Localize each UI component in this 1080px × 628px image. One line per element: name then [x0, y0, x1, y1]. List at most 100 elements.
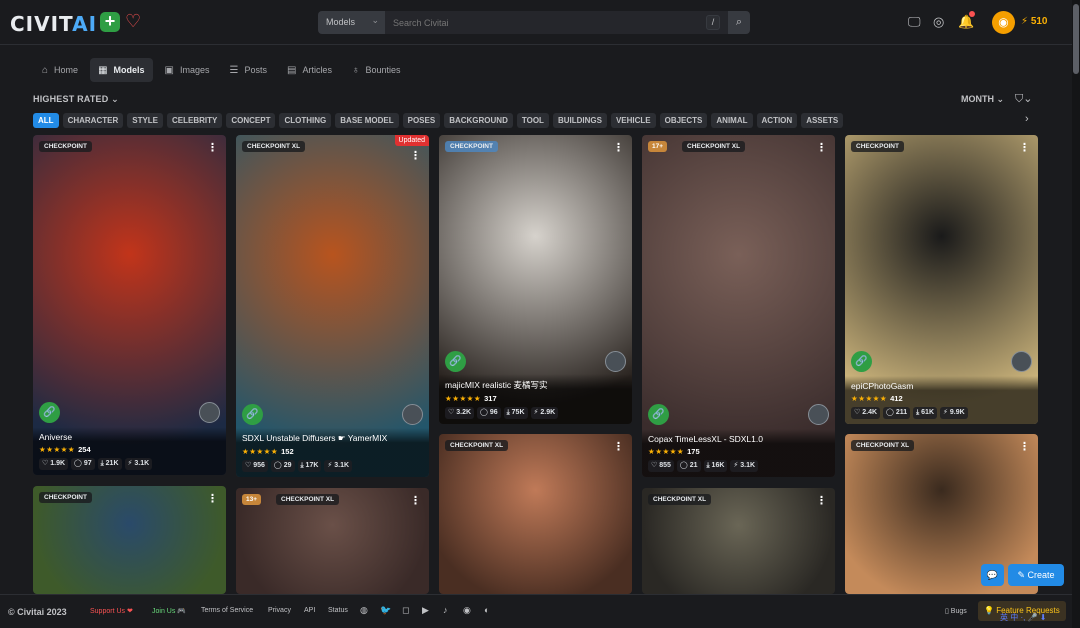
- nav-bounties[interactable]: ♁ Bounties: [344, 58, 409, 82]
- search-type-select[interactable]: Models ⌄: [318, 11, 385, 34]
- more-options-icon[interactable]: ⋮: [410, 149, 421, 162]
- model-card[interactable]: CHECKPOINT ⋮ 🔗 epiCPhotoGasm ★★★★★ 412 ♡ 2.4K ◯…: [845, 135, 1038, 424]
- link-icon[interactable]: 🔗: [39, 402, 60, 423]
- tag-vehicle[interactable]: VEHICLE: [610, 113, 656, 128]
- scrollbar-track[interactable]: [1072, 0, 1080, 628]
- tag-clothing[interactable]: CLOTHING: [279, 113, 332, 128]
- tag-concept[interactable]: CONCEPT: [226, 113, 276, 128]
- model-card[interactable]: CHECKPOINT XL Updated ⋮ 🔗 SDXL Unstable Diff…: [236, 135, 429, 477]
- tag-style[interactable]: STYLE: [127, 113, 164, 128]
- tag-animal[interactable]: ANIMAL: [711, 113, 753, 128]
- chat-button[interactable]: 💬: [981, 564, 1004, 586]
- chevron-right-icon[interactable]: ›: [1025, 113, 1029, 125]
- model-title[interactable]: epiCPhotoGasm: [851, 381, 1032, 391]
- nav-home[interactable]: ⌂ Home: [34, 58, 86, 82]
- instagram-icon[interactable]: ◻: [402, 605, 409, 616]
- model-type-badge: CHECKPOINT XL: [851, 440, 915, 451]
- model-card[interactable]: CHECKPOINT ⋮ 🔗 majicMIX realistic 麦橘写实 ★★★★★…: [439, 135, 632, 424]
- more-options-icon[interactable]: ⋮: [207, 141, 218, 154]
- youtube-icon[interactable]: ▶: [422, 605, 429, 616]
- api-link[interactable]: API: [304, 607, 315, 614]
- model-preview-image[interactable]: [236, 135, 429, 477]
- reddit-icon[interactable]: ◉: [463, 605, 471, 616]
- model-card[interactable]: CHECKPOINT XL ⋮: [642, 488, 835, 594]
- tag-buildings[interactable]: BUILDINGS: [552, 113, 607, 128]
- model-card[interactable]: CHECKPOINT ⋮: [33, 486, 226, 594]
- model-card[interactable]: 13+ CHECKPOINT XL ⋮: [236, 488, 429, 594]
- rating-count: 152: [281, 447, 294, 456]
- monitor-icon[interactable]: 🖵: [908, 14, 921, 30]
- support-us-link[interactable]: Support Us ❤: [90, 607, 133, 615]
- tag-base-model[interactable]: BASE MODEL: [335, 113, 399, 128]
- model-title[interactable]: Aniverse: [39, 432, 220, 442]
- more-options-icon[interactable]: ⋮: [1019, 141, 1030, 154]
- github-icon[interactable]: ◐: [484, 605, 489, 615]
- link-icon[interactable]: 🔗: [445, 351, 466, 372]
- create-button[interactable]: ✎ Create: [1008, 564, 1064, 586]
- sort-dropdown[interactable]: HIGHEST RATED ⌄: [33, 94, 119, 105]
- tag-background[interactable]: BACKGROUND: [444, 113, 513, 128]
- nav-models[interactable]: ▦ Models: [90, 58, 153, 82]
- model-preview-image[interactable]: [33, 135, 226, 475]
- creator-avatar[interactable]: [402, 404, 423, 425]
- nav-images[interactable]: ▣ Images: [157, 58, 218, 82]
- tag-assets[interactable]: ASSETS: [801, 113, 844, 128]
- tag-celebrity[interactable]: CELEBRITY: [167, 113, 223, 128]
- creator-avatar[interactable]: [808, 404, 829, 425]
- link-icon[interactable]: 🔗: [242, 404, 263, 425]
- tag-character[interactable]: CHARACTER: [62, 113, 124, 128]
- privacy-link[interactable]: Privacy: [268, 607, 291, 614]
- terms-link[interactable]: Terms of Service: [201, 607, 253, 614]
- creator-avatar[interactable]: [605, 351, 626, 372]
- scrollbar-thumb[interactable]: [1073, 4, 1079, 74]
- model-preview-image[interactable]: [642, 135, 835, 477]
- more-options-icon[interactable]: ⋮: [410, 494, 421, 507]
- tag-tool[interactable]: TOOL: [516, 113, 549, 128]
- discord-icon[interactable]: ◍: [360, 605, 368, 616]
- more-options-icon[interactable]: ⋮: [613, 440, 624, 453]
- nav-articles[interactable]: ▤ Articles: [279, 58, 340, 82]
- bugs-link[interactable]: ▯ Bugs: [945, 607, 967, 615]
- more-options-icon[interactable]: ⋮: [816, 494, 827, 507]
- creator-avatar[interactable]: [1011, 351, 1032, 372]
- filter-icon[interactable]: ⛉⌄: [1015, 92, 1032, 106]
- link-icon[interactable]: 🔗: [851, 351, 872, 372]
- model-type-badge: CHECKPOINT XL: [276, 494, 340, 505]
- model-card[interactable]: CHECKPOINT XL ⋮: [439, 434, 632, 594]
- tag-poses[interactable]: POSES: [402, 113, 441, 128]
- search-input[interactable]: [385, 11, 728, 34]
- join-us-link[interactable]: Join Us 🎮: [152, 607, 186, 615]
- buzz-balance[interactable]: ⚡ 510: [1021, 16, 1048, 27]
- support-heart-icon[interactable]: ♡: [125, 11, 141, 32]
- more-options-icon[interactable]: ⋮: [613, 141, 624, 154]
- model-card[interactable]: CHECKPOINT ⋮ 🔗 Aniverse ★★★★★ 254 ♡ 1.9K ◯ 97 ⤓ …: [33, 135, 226, 475]
- star-rating-icon: ★★★★★: [39, 445, 76, 454]
- nsfw-rating-badge[interactable]: 13+: [242, 494, 262, 505]
- more-options-icon[interactable]: ⋮: [207, 492, 218, 505]
- more-options-icon[interactable]: ⋮: [1019, 440, 1030, 453]
- twitter-icon[interactable]: 🐦: [380, 605, 391, 616]
- tag-objects[interactable]: OBJECTS: [659, 113, 708, 128]
- model-preview-image[interactable]: [439, 434, 632, 594]
- eye-off-icon[interactable]: ◎: [933, 14, 944, 30]
- tiktok-icon[interactable]: ♪: [443, 605, 448, 615]
- model-title[interactable]: Copax TimeLessXL - SDXL1.0: [648, 434, 829, 444]
- search-button[interactable]: ⌕: [728, 11, 750, 34]
- status-link[interactable]: Status: [328, 607, 348, 614]
- tag-all[interactable]: ALL: [33, 113, 59, 128]
- link-icon[interactable]: 🔗: [648, 404, 669, 425]
- model-title[interactable]: SDXL Unstable Diffusers ☛ YamerMIX: [242, 433, 423, 444]
- tag-action[interactable]: ACTION: [756, 113, 798, 128]
- comments-stat: ◯ 29: [270, 460, 295, 472]
- user-avatar[interactable]: ◉: [992, 11, 1015, 34]
- period-dropdown[interactable]: MONTH ⌄: [961, 94, 1004, 105]
- model-card[interactable]: 17+ CHECKPOINT XL ⋮ 🔗 Copax TimeLessXL - SDX…: [642, 135, 835, 477]
- nsfw-rating-badge[interactable]: 17+: [648, 141, 668, 152]
- civitai-logo[interactable]: CIVITAI: [10, 12, 97, 36]
- nav-posts[interactable]: ☰ Posts: [222, 58, 275, 82]
- more-options-icon[interactable]: ⋮: [816, 141, 827, 154]
- model-title[interactable]: majicMIX realistic 麦橘写实: [445, 379, 626, 391]
- comments-count: 97: [83, 460, 92, 467]
- create-plus-button[interactable]: +: [100, 12, 120, 32]
- creator-avatar[interactable]: [199, 402, 220, 423]
